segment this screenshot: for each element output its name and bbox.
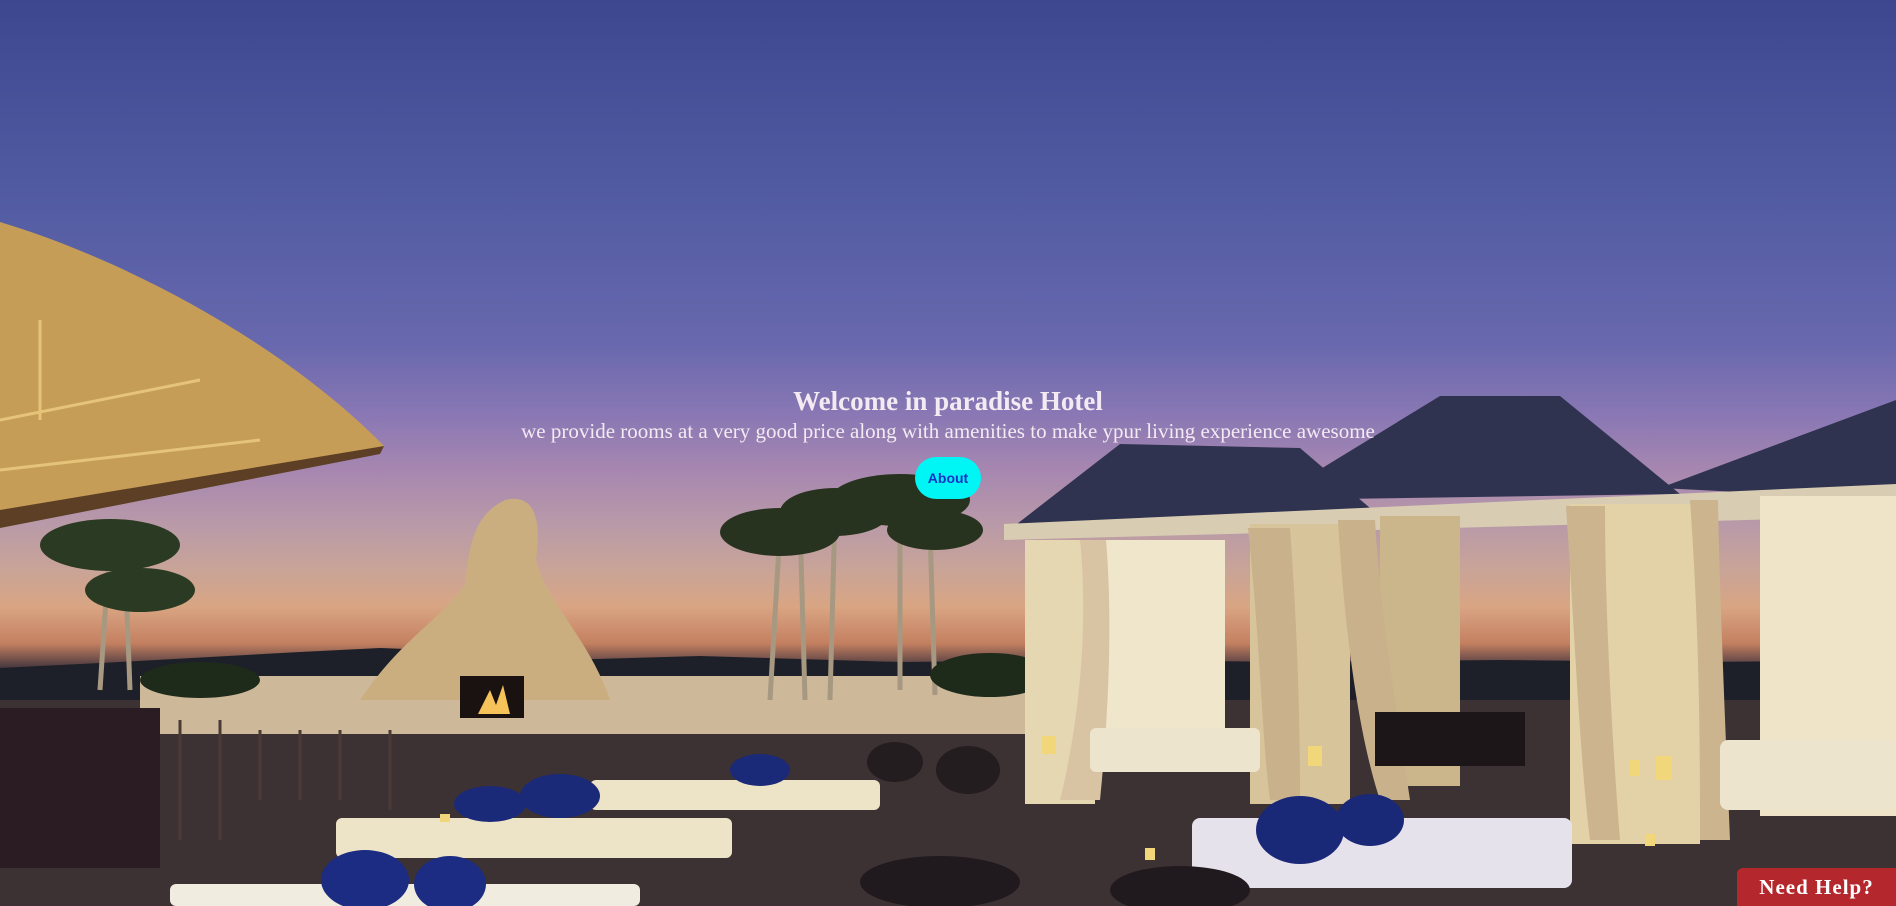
hero-content: Welcome in paradise Hotel we provide roo… bbox=[0, 384, 1896, 499]
hero-section: Welcome in paradise Hotel we provide roo… bbox=[0, 0, 1896, 906]
hero-subtitle: we provide rooms at a very good price al… bbox=[521, 419, 1375, 443]
hero-title: Welcome in paradise Hotel bbox=[793, 386, 1103, 416]
fireplace-sculpture bbox=[360, 498, 610, 700]
bar-counter bbox=[0, 708, 160, 868]
about-button[interactable]: About bbox=[915, 457, 981, 499]
need-help-button[interactable]: Need Help? bbox=[1737, 868, 1896, 906]
